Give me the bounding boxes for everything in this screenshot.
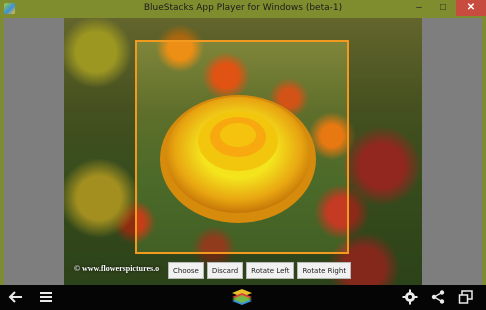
minimize-button[interactable]: – [408,0,430,16]
share-icon[interactable] [430,289,446,305]
crop-mask-left [64,40,135,254]
bottom-taskbar [0,285,486,310]
choose-button[interactable]: Choose [168,262,204,279]
menu-icon[interactable] [38,289,54,305]
crop-action-bar: Choose Discard Rotate Left Rotate Right [168,262,352,279]
rotate-right-button[interactable]: Rotate Right [297,262,352,279]
crop-mask-right [349,40,422,254]
photo-watermark: © www.flowerspictures.o [74,264,160,273]
gear-icon[interactable] [402,289,418,305]
crop-mask-top [64,18,422,40]
close-button[interactable]: ✕ [456,0,486,16]
bluestacks-logo-icon[interactable] [231,288,253,306]
crop-image[interactable]: © www.flowerspictures.o [64,18,422,285]
back-arrow-icon[interactable] [8,289,24,305]
screen-icon[interactable] [458,289,474,305]
discard-button[interactable]: Discard [206,262,244,279]
maximize-button[interactable]: □ [432,0,454,16]
window-titlebar: BlueStacks App Player for Windows (beta-… [0,0,486,18]
app-viewport: © www.flowerspictures.o Choose Discard R… [4,18,482,285]
crop-selection-box[interactable] [135,40,349,254]
rotate-left-button[interactable]: Rotate Left [246,262,295,279]
